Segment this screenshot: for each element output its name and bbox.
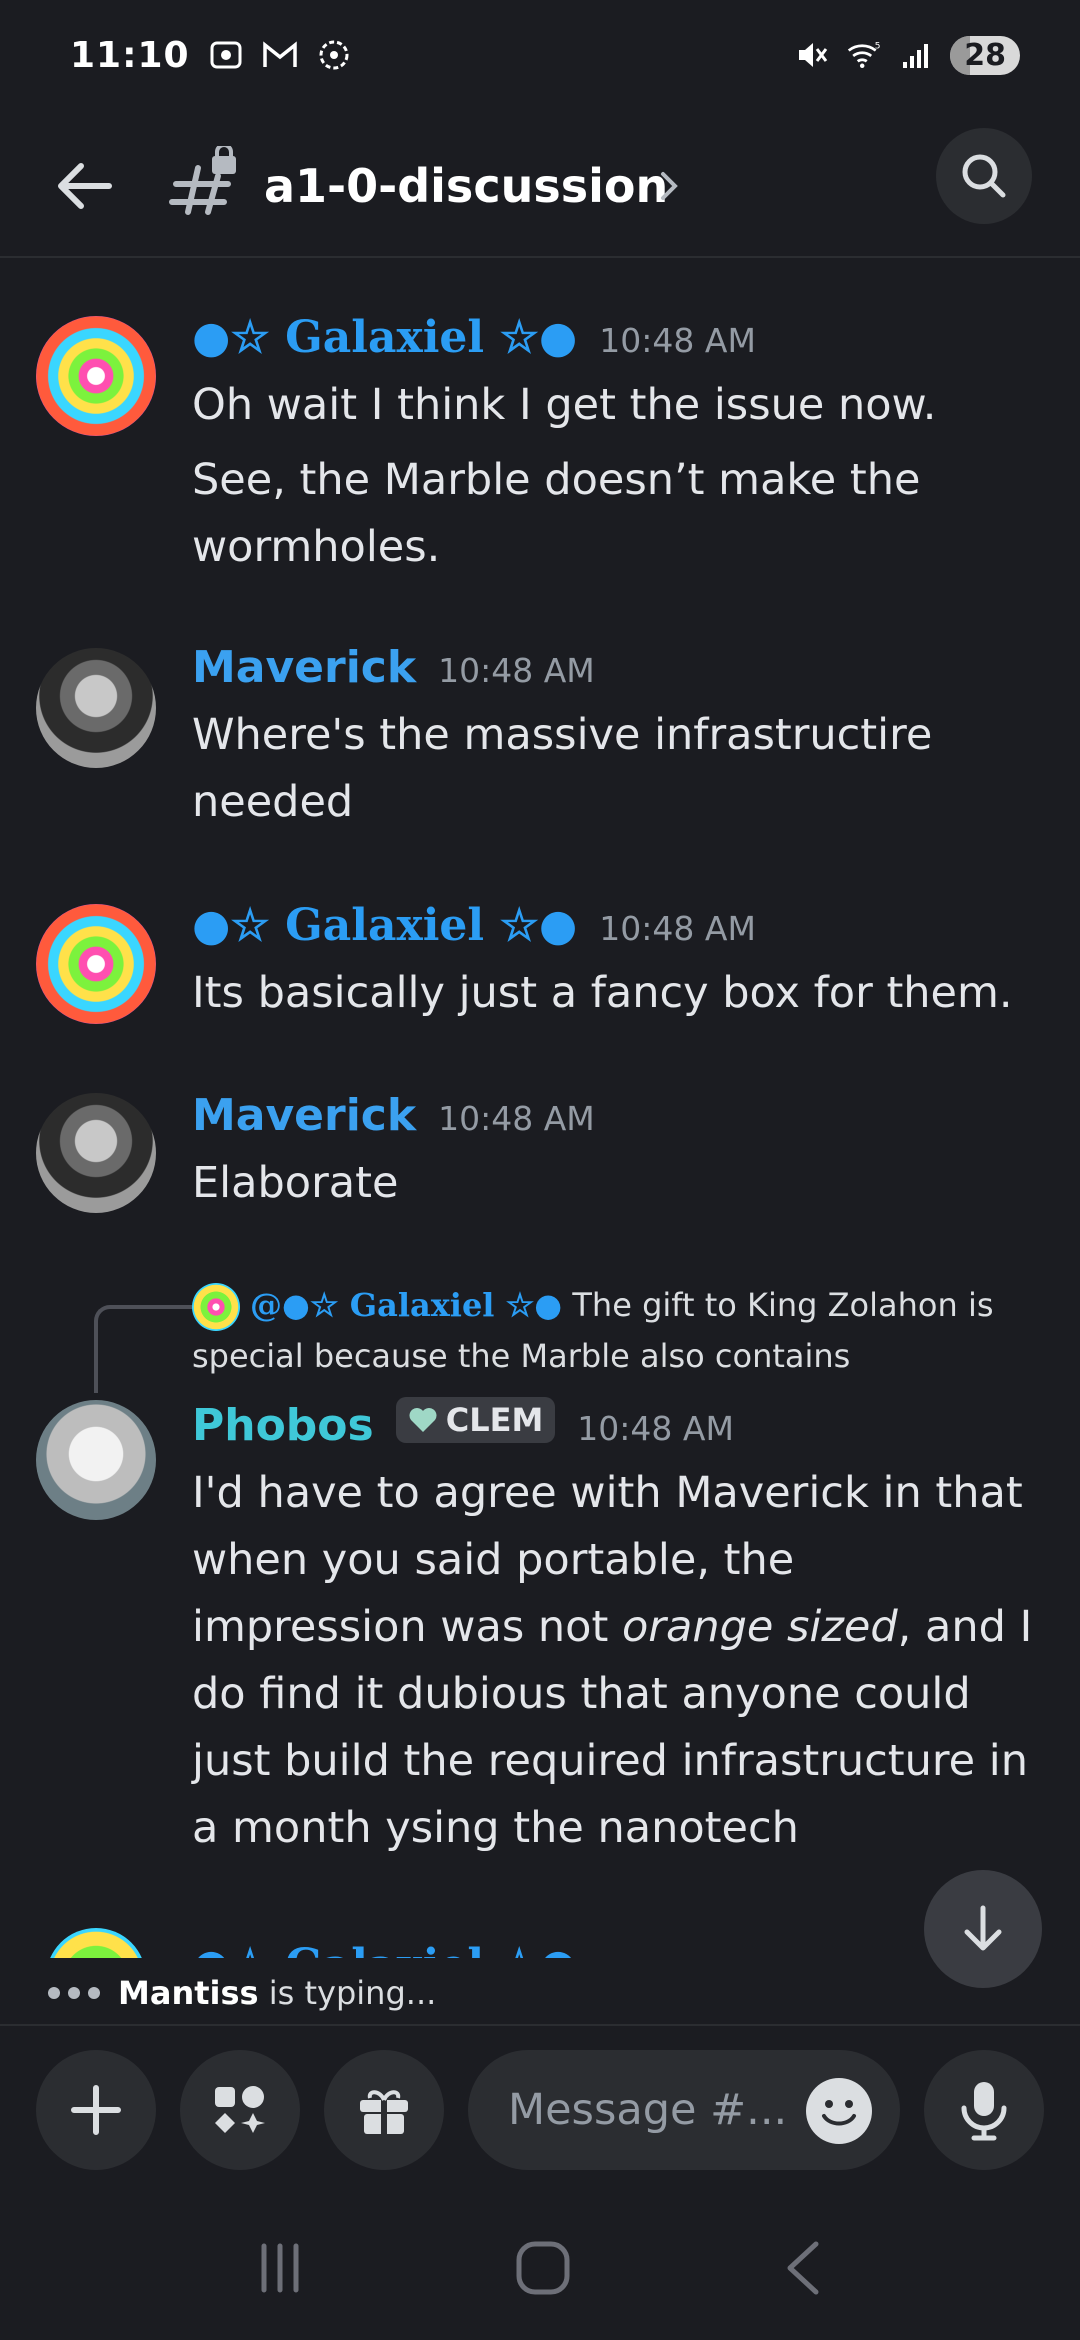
status-bar: 11:10 5 28 <box>0 0 1080 110</box>
microphone-icon <box>961 2082 1007 2141</box>
apps-icon <box>215 2086 265 2133</box>
clan-tag[interactable]: CLEM <box>395 1397 556 1443</box>
back-arrow-icon <box>58 163 112 209</box>
message-text: Its basically just a fancy box for them. <box>192 968 1013 1018</box>
timestamp: 10:48 AM <box>438 1099 595 1138</box>
emoji-button[interactable] <box>806 2078 872 2144</box>
home-icon <box>516 2241 570 2295</box>
heart-icon <box>409 1408 437 1432</box>
author-name[interactable]: Phobos <box>192 1400 374 1451</box>
voice-message-button[interactable] <box>924 2050 1044 2170</box>
message-item-partial[interactable]: ●☆ Galaxiel ☆● <box>0 1928 1080 1958</box>
timestamp: 10:48 AM <box>599 321 756 360</box>
author-name[interactable]: ●☆ Galaxiel ☆● <box>192 1940 577 1958</box>
reply-author[interactable]: @●☆ Galaxiel ☆● <box>250 1286 562 1324</box>
sync-icon <box>316 37 352 73</box>
system-back-icon <box>787 2241 819 2295</box>
system-navigation-bar <box>0 2200 1080 2340</box>
author-name[interactable]: ●☆ Galaxiel ☆● <box>192 312 577 363</box>
timestamp: 10:48 AM <box>577 1409 734 1448</box>
svg-text:5: 5 <box>875 42 881 52</box>
author-name[interactable]: ●☆ Galaxiel ☆● <box>192 900 577 951</box>
add-attachment-button[interactable] <box>36 2050 156 2170</box>
message-text: Elaborate <box>192 1158 399 1208</box>
avatar[interactable] <box>36 316 156 436</box>
message-text: I'd have to agree with Maverick in that … <box>192 1468 1033 1853</box>
avatar[interactable] <box>36 648 156 768</box>
message-input[interactable]: Message #... <box>468 2050 900 2170</box>
search-button[interactable] <box>936 128 1032 224</box>
avatar[interactable] <box>36 1400 156 1520</box>
typing-dots-icon <box>48 1987 100 1999</box>
system-back-button[interactable] <box>778 2238 828 2302</box>
message-text: Oh wait I think I get the issue now. <box>192 380 937 430</box>
arrow-down-icon <box>964 1905 1002 1951</box>
reply-avatar <box>192 1283 240 1331</box>
recent-apps-button[interactable] <box>252 2240 308 2300</box>
typing-user: Mantiss <box>118 1974 259 2012</box>
reply-preview[interactable]: @●☆ Galaxiel ☆● The gift to King Zolahon… <box>192 1280 1012 1381</box>
chevron-right-icon[interactable] <box>655 158 685 214</box>
timestamp: 10:48 AM <box>599 909 756 948</box>
mute-icon <box>794 37 830 73</box>
author-name[interactable]: Maverick <box>192 1090 416 1141</box>
avatar[interactable] <box>46 1928 146 1958</box>
reply-connector <box>94 1305 194 1393</box>
battery-indicator: 28 <box>950 35 1020 75</box>
message-text: See, the Marble doesn’t make the wormhol… <box>192 455 921 572</box>
avatar[interactable] <box>36 1093 156 1213</box>
message-composer: Message #... <box>0 2050 1080 2174</box>
signal-icon <box>898 37 934 73</box>
recent-apps-icon <box>261 2243 299 2293</box>
avatar[interactable] <box>36 904 156 1024</box>
author-name[interactable]: Maverick <box>192 642 416 693</box>
channel-hash-lock-icon <box>168 143 240 218</box>
typing-indicator: Mantiss is typing... <box>0 1962 1080 2026</box>
wifi-icon: 5 <box>846 37 882 73</box>
back-button[interactable] <box>48 150 120 222</box>
search-icon <box>962 154 1006 198</box>
apps-button[interactable] <box>180 2050 300 2170</box>
message-input-placeholder: Message #... <box>508 2085 788 2135</box>
channel-name[interactable]: a1-0-discussion <box>264 150 668 222</box>
status-time: 11:10 <box>70 34 190 76</box>
gift-icon <box>360 2090 408 2134</box>
screenshot-icon <box>208 37 244 73</box>
typing-suffix: is typing... <box>258 1974 437 2012</box>
message-text: Where's the massive infrastructire neede… <box>192 710 933 827</box>
timestamp: 10:48 AM <box>438 651 595 690</box>
emoji-icon <box>822 2100 856 2126</box>
clan-tag-label: CLEM <box>445 1401 544 1439</box>
home-button[interactable] <box>513 2238 573 2302</box>
gmail-icon <box>262 37 298 73</box>
channel-header: a1-0-discussion <box>0 110 1080 258</box>
plus-icon <box>71 2085 121 2135</box>
gift-button[interactable] <box>324 2050 444 2170</box>
